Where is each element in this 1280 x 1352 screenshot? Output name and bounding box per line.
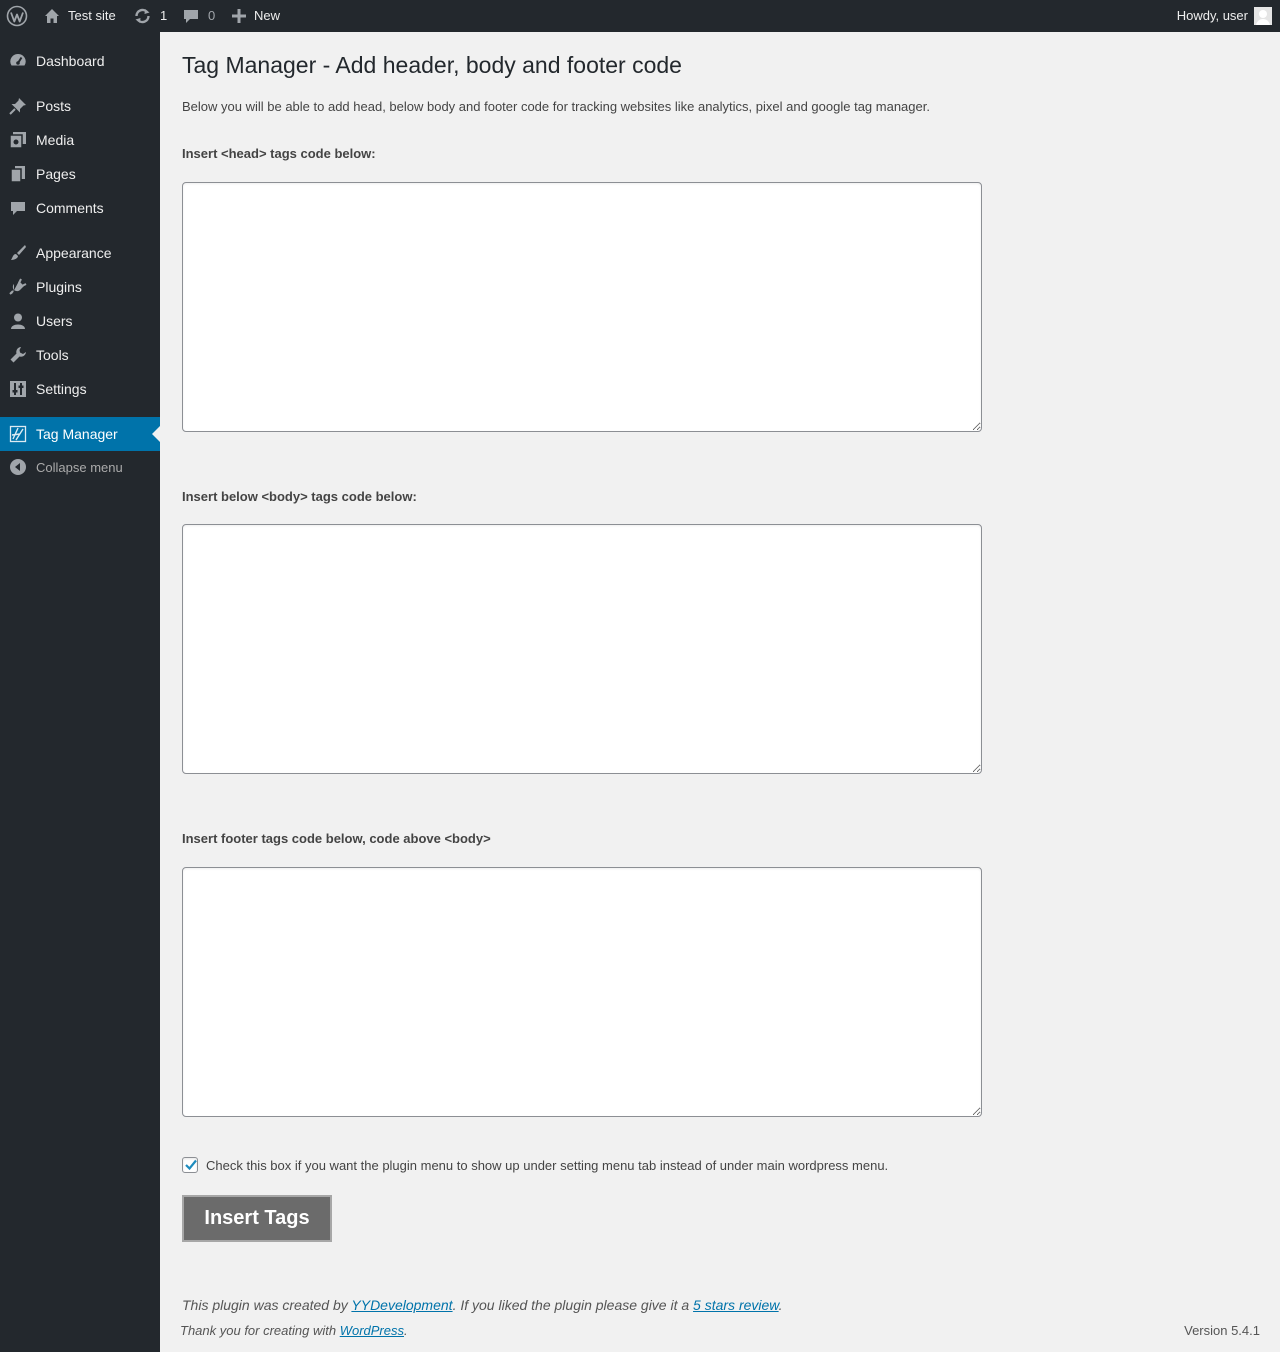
sidebar-item-label: Comments [36,200,104,216]
user-icon [8,311,28,331]
sidebar-item-label: Media [36,132,75,148]
sidebar-item-plugins[interactable]: Plugins [0,270,160,304]
settings-menu-checkbox[interactable] [182,1157,198,1173]
sidebar-item-label: Dashboard [36,53,105,69]
sidebar-item-posts[interactable]: Posts [0,89,160,123]
collapse-menu-button[interactable]: Collapse menu [0,450,160,484]
greeting: Howdy, user [1176,8,1248,23]
footer-thankyou: Thank you for creating with WordPress. [180,1323,408,1338]
page-description: Below you will be able to add head, belo… [182,99,930,114]
page-title: Tag Manager - Add header, body and foote… [182,52,682,78]
head-code-textarea[interactable] [182,182,982,432]
checkmark-icon [185,1159,197,1171]
dashboard-icon [8,51,28,71]
home-icon [44,8,60,24]
credit-middle: . If you liked the plugin please give it… [452,1297,694,1313]
new-label: New [254,8,281,23]
my-account-menu[interactable]: Howdy, user [1177,0,1272,32]
wordpress-link[interactable]: WordPress [340,1323,404,1338]
admin-bar: Test site 1 0 New Howdy, user [0,0,1280,32]
review-link[interactable]: 5 stars review [693,1297,779,1313]
settings-icon [8,379,28,399]
wordpress-logo-menu[interactable] [6,0,28,32]
pin-icon [8,96,28,116]
plugin-credit: This plugin was created by YYDevelopment… [182,1297,783,1313]
sidebar-item-appearance[interactable]: Appearance [0,236,160,270]
updates-link[interactable]: 1 [134,0,167,32]
sidebar-item-label: Tools [36,347,69,363]
comment-icon [8,198,28,218]
sidebar-item-tag-manager[interactable]: Tag Manager [0,417,160,451]
sidebar-item-label: Tag Manager [36,426,118,442]
sidebar-item-dashboard[interactable]: Dashboard [0,44,160,78]
footer-version: Version 5.4.1 [1184,1323,1260,1338]
sidebar-item-settings[interactable]: Settings [0,372,160,406]
plus-icon [232,9,246,23]
footer-thanks-prefix: Thank you for creating with [180,1323,340,1338]
new-content-link[interactable]: New [232,0,280,32]
sidebar-item-label: Plugins [36,279,82,295]
sidebar-item-label: Posts [36,98,72,114]
insert-tags-button[interactable]: Insert Tags [182,1195,332,1242]
head-code-label: Insert <head> tags code below: [182,146,376,161]
yydevelopment-link[interactable]: YYDevelopment [351,1297,452,1313]
footer-code-label: Insert footer tags code below, code abov… [182,831,491,846]
credit-prefix: This plugin was created by [182,1297,352,1313]
body-code-label: Insert below <body> tags code below: [182,489,417,504]
sidebar-item-label: Settings [36,381,87,397]
media-icon [8,130,28,150]
site-name-link[interactable]: Test site [44,0,116,32]
footer-thanks-suffix: . [404,1323,408,1338]
sidebar-item-label: Appearance [36,245,112,261]
comment-icon [183,8,199,24]
collapse-menu-label: Collapse menu [36,459,123,475]
comments-count: 0 [208,8,216,23]
body-code-textarea[interactable] [182,524,982,774]
plug-icon [8,277,28,297]
wrench-icon [8,345,28,365]
updates-count: 1 [160,8,168,23]
pages-icon [8,164,28,184]
sidebar-item-label: Pages [36,166,76,182]
sidebar-item-users[interactable]: Users [0,304,160,338]
sidebar-item-media[interactable]: Media [0,123,160,157]
sidebar-item-label: Users [36,313,73,329]
settings-menu-checkbox-label: Check this box if you want the plugin me… [206,1157,889,1173]
tag-manager-icon [8,424,28,444]
updates-icon [134,8,151,24]
footer-code-textarea[interactable] [182,867,982,1117]
avatar [1254,7,1272,25]
sidebar-item-pages[interactable]: Pages [0,157,160,191]
wordpress-logo-icon [6,5,28,27]
site-name: Test site [68,8,116,23]
sidebar-item-tools[interactable]: Tools [0,338,160,372]
collapse-arrow-icon [8,457,28,477]
comments-link[interactable]: 0 [183,0,215,32]
admin-sidebar: Dashboard Posts Media Pages Comments App… [0,32,160,1352]
brush-icon [8,243,28,263]
credit-suffix: . [778,1297,783,1313]
sidebar-item-comments[interactable]: Comments [0,191,160,225]
settings-menu-option: Check this box if you want the plugin me… [182,1157,888,1173]
